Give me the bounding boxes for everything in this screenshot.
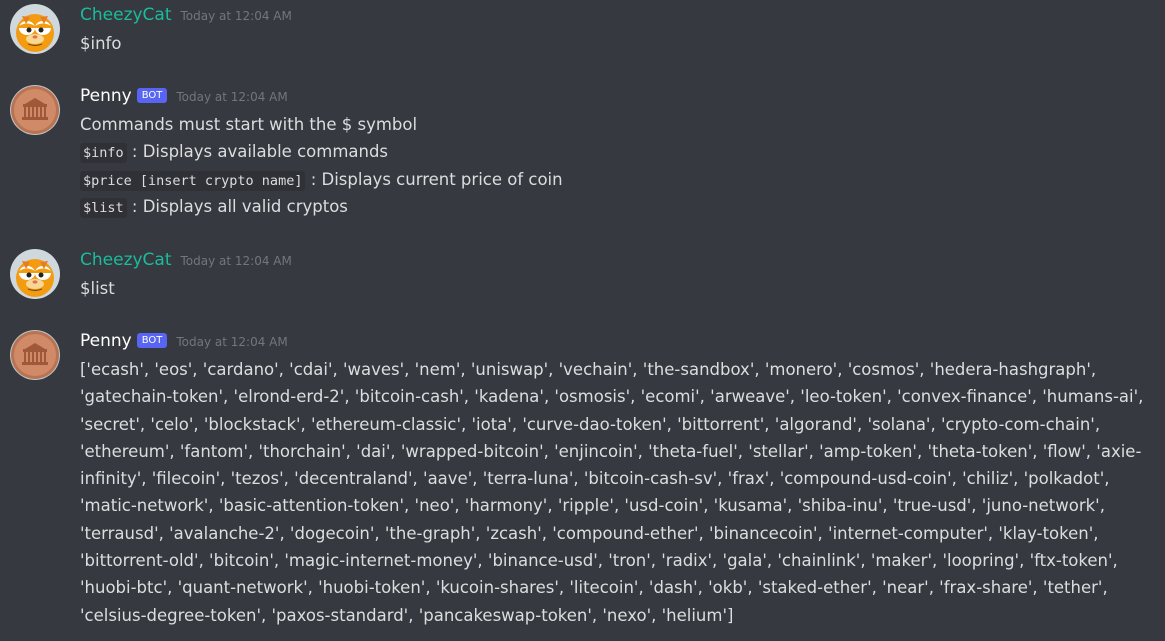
message-line: $price [insert crypto name] : Displays c… [80, 166, 1150, 193]
message-line: $info : Displays available commands [80, 138, 1150, 165]
message-text: $list [80, 279, 115, 298]
message-header: Penny BOT Today at 12:04 AM [80, 330, 288, 352]
garfield-avatar-icon[interactable] [10, 4, 60, 54]
bot-badge: BOT [136, 88, 168, 103]
message-header: CheezyCat Today at 12:04 AM [80, 4, 292, 26]
message-content: $list [80, 275, 1150, 302]
penny-coin-avatar-icon[interactable] [10, 85, 60, 135]
timestamp[interactable]: Today at 12:04 AM [181, 9, 292, 23]
inline-code: $list [80, 197, 127, 218]
message-text: : Displays available commands [131, 142, 389, 162]
message-text: Commands must start with the $ symbol [80, 115, 418, 134]
garfield-avatar-icon[interactable] [10, 249, 60, 299]
message-line: $list : Displays all valid cryptos [80, 193, 1150, 220]
username[interactable]: CheezyCat [80, 249, 172, 271]
message-header: CheezyCat Today at 12:04 AM [80, 249, 292, 271]
inline-code: $info [80, 143, 127, 164]
message-text: : Displays all valid cryptos [131, 196, 348, 216]
username[interactable]: Penny [80, 85, 132, 107]
timestamp[interactable]: Today at 12:04 AM [176, 335, 287, 349]
message-content: $info [80, 30, 1150, 57]
inline-code: $price [insert crypto name] [80, 170, 306, 191]
bot-badge: BOT [136, 333, 168, 348]
message-line: Commands must start with the $ symbol [80, 111, 1150, 138]
message-text: : Displays current price of coin [310, 169, 563, 189]
timestamp[interactable]: Today at 12:04 AM [181, 254, 292, 268]
message-header: Penny BOT Today at 12:04 AM [80, 85, 288, 107]
penny-coin-avatar-icon[interactable] [10, 330, 60, 380]
username[interactable]: CheezyCat [80, 4, 172, 26]
username[interactable]: Penny [80, 330, 132, 352]
message-content: Commands must start with the $ symbol $i… [80, 111, 1150, 220]
crypto-list-text: ['ecash', 'eos', 'cardano', 'cdai', 'wav… [80, 360, 1144, 625]
message-text: $info [80, 34, 122, 53]
timestamp[interactable]: Today at 12:04 AM [176, 90, 287, 104]
